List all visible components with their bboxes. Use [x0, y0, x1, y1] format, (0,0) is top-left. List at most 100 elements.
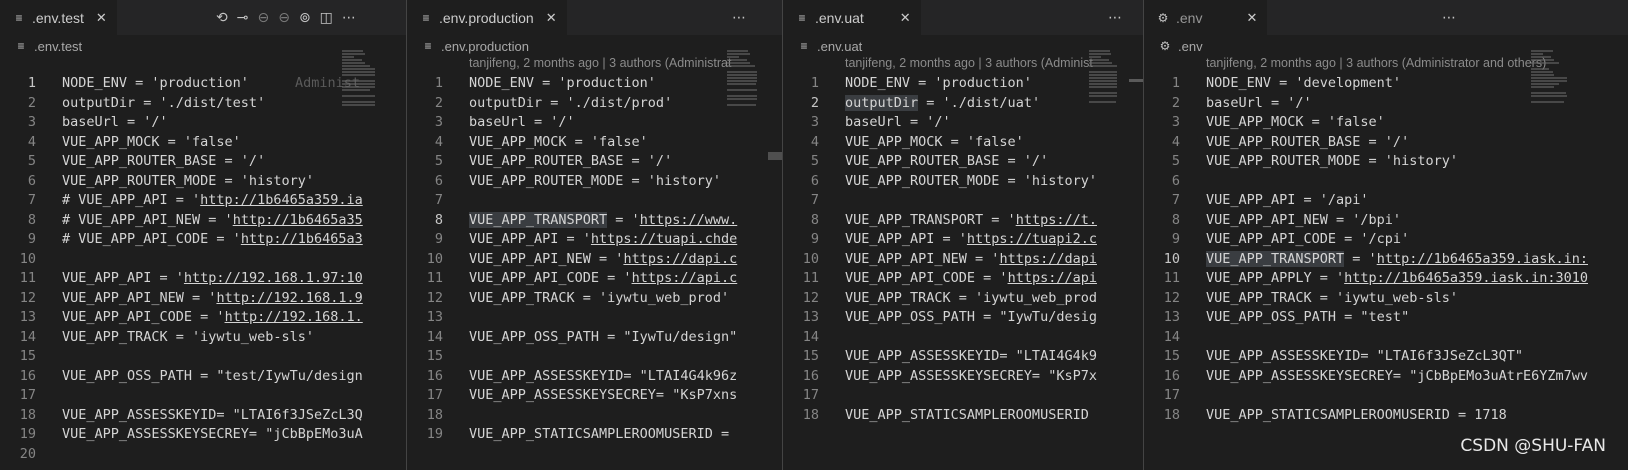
code-text[interactable]: VUE_APP_API_NEW = 'https://dapi.c — [469, 250, 737, 270]
url-link[interactable]: https://dapi.c — [623, 251, 737, 267]
scrollbar-thumb[interactable] — [1129, 79, 1143, 82]
url-link[interactable]: https://t. — [1016, 212, 1097, 228]
code-text[interactable]: VUE_APP_API = 'https://tuapi.chde — [469, 230, 737, 250]
code-text[interactable]: outputDir = './dist/test' — [62, 94, 265, 114]
code-text[interactable]: NODE_ENV = 'production' — [469, 74, 656, 94]
close-icon[interactable]: ✕ — [546, 10, 557, 26]
code-text[interactable]: VUE_APP_ASSESSKEYID= "LTAI4G4k96z — [469, 367, 737, 387]
url-link[interactable]: https://tuapi2.c — [967, 231, 1097, 247]
code-text[interactable]: VUE_APP_ASSESSKEYSECREY= "jCbBpEMo3uA — [62, 425, 363, 445]
code-text[interactable]: # VUE_APP_API_CODE = 'http://1b6465a3 — [62, 230, 363, 250]
url-link[interactable]: https://api.c — [632, 270, 738, 286]
breadcrumb-file[interactable]: .env.uat — [817, 39, 862, 54]
code-text[interactable]: baseUrl = '/' — [845, 113, 951, 133]
minimap[interactable] — [340, 50, 380, 470]
history-icon[interactable]: ⟲ — [216, 10, 228, 26]
tab-env-production[interactable]: ≡ .env.production ✕ — [407, 0, 567, 35]
code-text[interactable]: baseUrl = '/' — [62, 113, 168, 133]
editor-pane-env-test[interactable]: ≡ .env.test ✕ ⟲ ⊸ ⊖ ⊖ ⊚ ◫ ⋯ ≡ .env.test … — [0, 0, 406, 470]
code-text[interactable]: baseUrl = '/' — [1206, 94, 1312, 114]
code-text[interactable]: VUE_APP_TRACK = 'iywtu_web-sls' — [1206, 289, 1458, 309]
code-text[interactable]: NODE_ENV = 'production' — [845, 74, 1032, 94]
code-text[interactable]: VUE_APP_ROUTER_MODE = 'history' — [1206, 152, 1458, 172]
code-text[interactable]: VUE_APP_OSS_PATH = "test/IywTu/design — [62, 367, 363, 387]
split-editor-icon[interactable]: ◫ — [320, 10, 333, 26]
url-link[interactable]: http://1b6465a359.ia — [200, 192, 363, 208]
editor-pane-env-production[interactable]: ≡ .env.production ✕ ⋯ ≡ .env.production … — [407, 0, 782, 470]
url-link[interactable]: https://api — [1008, 270, 1097, 286]
code-text[interactable]: # VUE_APP_API_NEW = 'http://1b6465a35 — [62, 211, 363, 231]
code-text[interactable]: VUE_APP_API_NEW = 'https://dapi — [845, 250, 1097, 270]
code-text[interactable]: VUE_APP_MOCK = 'false' — [62, 133, 241, 153]
scrollbar[interactable] — [1129, 57, 1143, 470]
code-text[interactable]: VUE_APP_API_CODE = 'https://api — [845, 269, 1097, 289]
code-text[interactable]: baseUrl = '/' — [469, 113, 575, 133]
code-text[interactable]: VUE_APP_ROUTER_BASE = '/' — [845, 152, 1048, 172]
git-blame-codelens[interactable]: tanjifeng, 2 months ago | 3 authors (Adm… — [1206, 54, 1546, 74]
code-text[interactable]: VUE_APP_MOCK = 'false' — [845, 133, 1024, 153]
git-commit-prev-icon[interactable]: ⊖ — [257, 10, 269, 26]
code-text[interactable]: VUE_APP_API_NEW = 'http://192.168.1.9 — [62, 289, 363, 309]
code-text[interactable]: VUE_APP_ASSESSKEYID= "LTAI6f3JSeZcL3QT" — [1206, 347, 1523, 367]
url-link[interactable]: https://dapi — [999, 251, 1097, 267]
code-text[interactable]: VUE_APP_API_NEW = '/bpi' — [1206, 211, 1401, 231]
code-text[interactable]: VUE_APP_ROUTER_BASE = '/' — [62, 152, 265, 172]
code-text[interactable]: VUE_APP_API = '/api' — [1206, 191, 1369, 211]
code-text[interactable]: VUE_APP_MOCK = 'false' — [469, 133, 648, 153]
close-icon[interactable]: ✕ — [900, 10, 911, 26]
open-changes-icon[interactable]: ⊚ — [299, 10, 311, 26]
code-text[interactable]: VUE_APP_ROUTER_MODE = 'history' — [62, 172, 314, 192]
code-text[interactable]: VUE_APP_API = 'http://192.168.1.97:10 — [62, 269, 363, 289]
git-commit-next-icon[interactable]: ⊖ — [278, 10, 290, 26]
url-link[interactable]: https://www. — [640, 212, 738, 228]
editor-pane-env[interactable]: ⚙ .env ✕ ⋯ ⚙ .env tanjifeng, 2 months ag… — [1144, 0, 1628, 470]
code-text[interactable]: VUE_APP_OSS_PATH = "test" — [1206, 308, 1409, 328]
code-text[interactable]: VUE_APP_ROUTER_MODE = 'history' — [469, 172, 721, 192]
breadcrumb-file[interactable]: .env — [1178, 39, 1203, 54]
more-icon[interactable]: ⋯ — [342, 10, 356, 26]
code-text[interactable]: VUE_APP_ASSESSKEYID= "LTAI4G4k9 — [845, 347, 1097, 367]
code-text[interactable]: VUE_APP_MOCK = 'false' — [1206, 113, 1385, 133]
scrollbar[interactable] — [768, 57, 782, 470]
code-text[interactable]: VUE_APP_ROUTER_BASE = '/' — [1206, 133, 1409, 153]
code-text[interactable]: VUE_APP_STATICSAMPLEROOMUSERID = 1718 — [1206, 406, 1507, 426]
code-text[interactable]: VUE_APP_ASSESSKEYID= "LTAI6f3JSeZcL3Q — [62, 406, 363, 426]
url-link[interactable]: https://tuapi.chde — [591, 231, 737, 247]
minimap[interactable] — [1087, 50, 1127, 470]
code-text[interactable]: VUE_APP_ASSESSKEYSECREY= "KsP7xns — [469, 386, 737, 406]
url-link[interactable]: http://192.168.1.97:10 — [184, 270, 363, 286]
git-blame-codelens[interactable]: tanjifeng, 2 months ago | 3 authors (Adm… — [469, 54, 731, 74]
code-text[interactable]: VUE_APP_TRACK = 'iywtu_web_prod — [845, 289, 1097, 309]
scrollbar-thumb[interactable] — [768, 152, 782, 160]
code-text[interactable]: VUE_APP_TRACK = 'iywtu_web-sls' — [62, 328, 314, 348]
code-text[interactable]: VUE_APP_API_CODE = 'https://api.c — [469, 269, 737, 289]
code-text[interactable]: VUE_APP_ASSESSKEYSECREY= "KsP7x — [845, 367, 1097, 387]
minimap[interactable] — [725, 50, 765, 470]
code-text[interactable]: # VUE_APP_API = 'http://1b6465a359.ia — [62, 191, 363, 211]
code-text[interactable]: VUE_APP_ROUTER_MODE = 'history' — [845, 172, 1097, 192]
more-icon[interactable]: ⋯ — [1108, 10, 1122, 26]
more-icon[interactable]: ⋯ — [732, 10, 746, 26]
code-text[interactable]: VUE_APP_TRANSPORT = 'https://www. — [469, 211, 737, 231]
more-icon[interactable]: ⋯ — [1442, 10, 1456, 26]
code-text[interactable]: outputDir = './dist/uat' — [845, 94, 1040, 114]
code-text[interactable]: VUE_APP_OSS_PATH = "IywTu/desig — [845, 308, 1097, 328]
tab-env[interactable]: ⚙ .env ✕ — [1144, 0, 1268, 35]
code-text[interactable]: VUE_APP_STATICSAMPLEROOMUSERID = — [469, 425, 729, 445]
tab-env-test[interactable]: ≡ .env.test ✕ — [0, 0, 117, 35]
editor-pane-env-uat[interactable]: ≡ .env.uat ✕ ⋯ ≡ .env.uat tanjifeng, 2 m… — [783, 0, 1143, 470]
close-icon[interactable]: ✕ — [96, 10, 107, 26]
code-text[interactable]: VUE_APP_TRANSPORT = 'https://t. — [845, 211, 1097, 231]
git-blame-codelens[interactable]: tanjifeng, 2 months ago | 3 authors (Adm… — [845, 54, 1093, 74]
code-text[interactable]: VUE_APP_STATICSAMPLEROOMUSERID — [845, 406, 1089, 426]
code-text[interactable]: VUE_APP_API = 'https://tuapi2.c — [845, 230, 1097, 250]
code-text[interactable]: VUE_APP_API_CODE = 'http://192.168.1. — [62, 308, 363, 328]
breadcrumb-file[interactable]: .env.test — [34, 39, 82, 54]
code-text[interactable]: VUE_APP_ROUTER_BASE = '/' — [469, 152, 672, 172]
code-text[interactable]: NODE_ENV = 'production' Administ — [62, 74, 360, 94]
minimap[interactable] — [1529, 50, 1569, 470]
code-text[interactable]: VUE_APP_OSS_PATH = "IywTu/design" — [469, 328, 737, 348]
close-icon[interactable]: ✕ — [1246, 10, 1257, 26]
tab-env-uat[interactable]: ≡ .env.uat ✕ — [783, 0, 921, 35]
code-text[interactable]: NODE_ENV = 'development' — [1206, 74, 1401, 94]
